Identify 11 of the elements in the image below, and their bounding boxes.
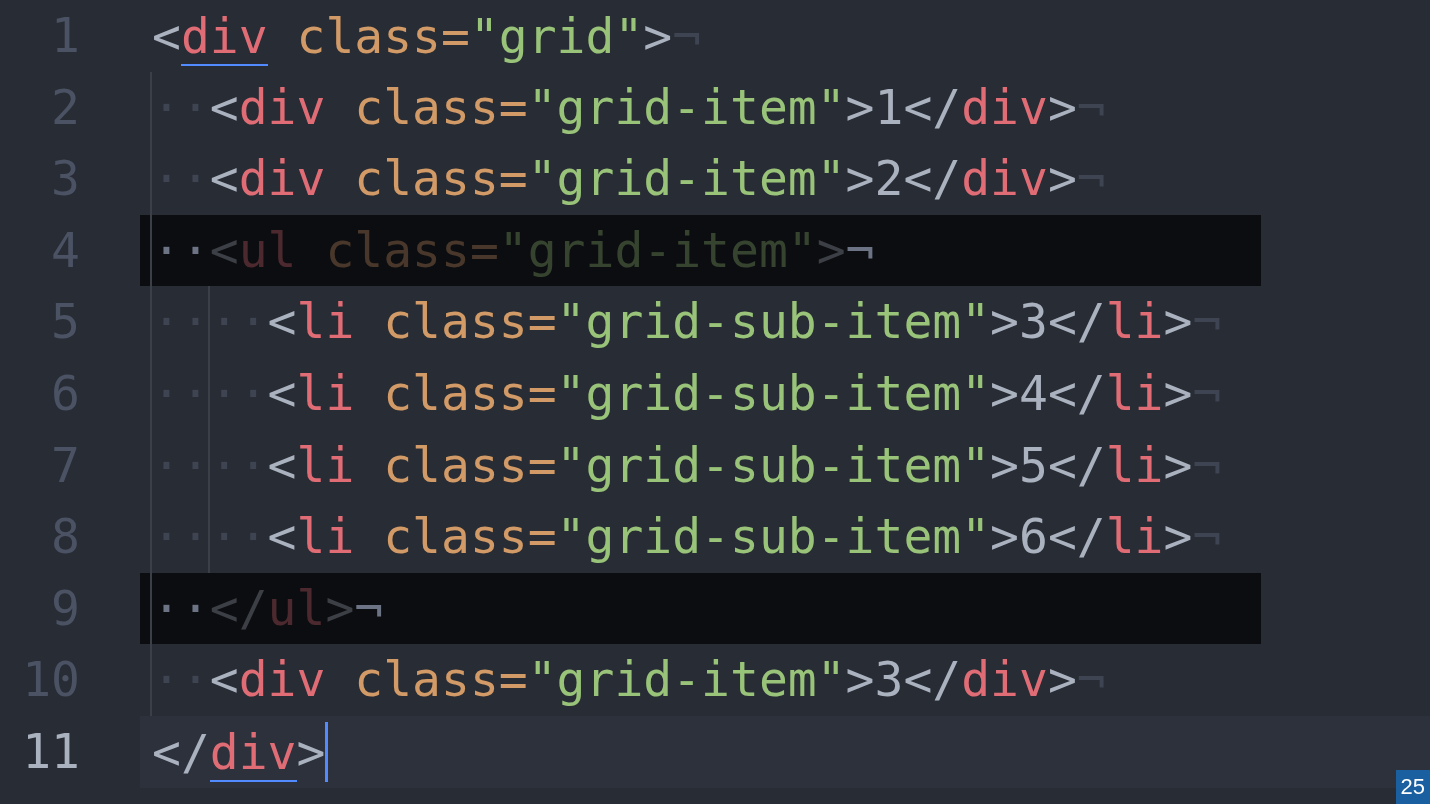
line-number: 11 [21,721,80,781]
code-line: ····<li class="grid-sub-item">4</li>¬ [152,357,1222,430]
code-line: ··<div class="grid-item">1</div>¬ [152,71,1106,144]
count-badge: 25 [1395,770,1430,804]
text-cursor [325,721,329,782]
code-line: ····<li class="grid-sub-item">5</li>¬ [152,429,1222,502]
code-line: ····<li class="grid-sub-item">3</li>¬ [152,286,1222,358]
code-line: <div class="grid">¬ [152,6,702,66]
code-editor[interactable] [0,0,1430,804]
code-line: ··</ul>¬ [152,572,384,645]
code-line: </div> [152,722,326,782]
